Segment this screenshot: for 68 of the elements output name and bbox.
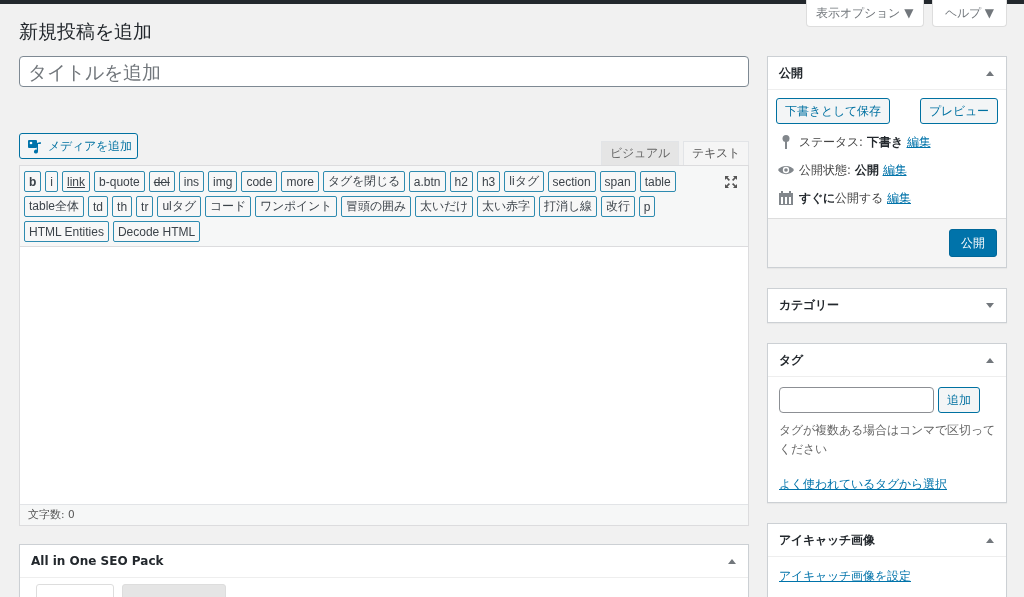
quicktag-button[interactable]: more <box>281 171 319 192</box>
quicktag-button[interactable]: b-quote <box>94 171 145 192</box>
quicktag-button[interactable]: liタグ <box>504 171 544 192</box>
edit-link[interactable]: 編集 <box>906 134 931 150</box>
screen-options-button[interactable]: ヘルプ ▼ <box>932 0 1007 27</box>
quicktag-button[interactable]: ワンポイント <box>254 196 337 217</box>
quicktag-button[interactable]: 太い赤字 <box>476 196 535 217</box>
publish-setting: ステータス: 下書き <box>799 134 903 150</box>
panel-title: カテゴリー <box>779 297 839 314</box>
page-title: 新規投稿を追加 <box>19 19 153 44</box>
panel-title: タグ <box>779 351 803 369</box>
collapse-arrow-icon[interactable] <box>986 70 994 76</box>
screen-options-button[interactable]: 表示オプション ▼ <box>806 0 924 27</box>
tag-field[interactable] <box>779 387 934 413</box>
quicktag-button[interactable]: 冒頭の囲み <box>340 196 411 217</box>
quicktag-button[interactable]: table全体 <box>24 196 85 217</box>
panel-title: All in One SEO Pack <box>31 554 164 568</box>
quicktag-button[interactable]: tr <box>136 196 154 217</box>
fullscreen-icon <box>724 174 738 189</box>
quicktag-button[interactable]: span <box>599 171 636 192</box>
quicktag-button[interactable]: td <box>88 196 109 217</box>
collapse-arrow-icon[interactable] <box>728 558 736 564</box>
quicktag-button[interactable]: th <box>112 196 133 217</box>
save-draft-button[interactable]: 下書きとして保存 <box>776 98 890 124</box>
quicktag-button[interactable]: 打消し線 <box>538 196 597 217</box>
expand-arrow-icon[interactable] <box>986 303 994 308</box>
editor-tab[interactable]: テキスト <box>683 141 749 165</box>
quicktag-button[interactable]: HTML Entities <box>24 221 109 242</box>
quicktag-button[interactable]: 改行 <box>600 196 635 217</box>
add-tag-button[interactable]: 追加 <box>938 387 980 413</box>
collapse-arrow-icon[interactable] <box>986 537 994 543</box>
popular-tags-link[interactable]: よく使われているタグから選択 <box>779 477 995 492</box>
quicktag-button[interactable]: タグを閉じる <box>322 171 405 192</box>
editor-tab[interactable]: ビジュアル <box>601 141 679 165</box>
panel-title: アイキャッチ画像 <box>779 531 875 549</box>
pin-icon <box>780 134 792 150</box>
quicktag-button[interactable]: ins <box>178 171 205 192</box>
collapse-arrow-icon[interactable] <box>986 357 994 363</box>
panel-title: 公開 <box>779 64 803 82</box>
quicktag-button[interactable]: ulタグ <box>157 196 201 217</box>
publish-setting: すぐに公開する <box>799 190 883 206</box>
word-count: 文字数: 0 <box>20 504 748 525</box>
tag-hint: タグが複数ある場合はコンマで区切ってください <box>779 422 995 458</box>
calendar-icon <box>778 190 794 206</box>
quicktag-button[interactable]: h3 <box>476 171 501 192</box>
quicktag-button[interactable]: a.btn <box>408 171 446 192</box>
quicktag-button[interactable]: i <box>45 171 58 192</box>
quicktag-button[interactable]: h2 <box>449 171 473 192</box>
quicktag-button[interactable]: 太いだけ <box>414 196 473 217</box>
title-field[interactable]: タイトルを追加 <box>19 56 749 87</box>
quicktag-button[interactable]: code <box>241 171 278 192</box>
quicktag-button[interactable]: del <box>148 171 175 192</box>
add-media-button[interactable]: メディアを追加 <box>19 133 138 159</box>
set-featured-image-link[interactable]: アイキャッチ画像を設定 <box>779 569 995 584</box>
media-icon <box>27 138 43 154</box>
preview-button[interactable]: プレビュー <box>920 98 998 124</box>
quicktag-button[interactable]: img <box>208 171 238 192</box>
edit-link[interactable]: 編集 <box>887 190 911 206</box>
quicktag-button[interactable]: table <box>639 171 676 192</box>
quicktag-button[interactable]: section <box>547 171 596 192</box>
quicktag-button[interactable]: コード <box>204 196 251 217</box>
edit-link[interactable]: 編集 <box>882 162 907 178</box>
publish-setting: 公開状態: 公開 <box>799 162 879 178</box>
quicktag-button[interactable]: link <box>62 171 91 192</box>
quicktag-button[interactable]: b <box>24 171 42 192</box>
quicktag-button[interactable]: Decode HTML <box>112 221 201 242</box>
publish-button[interactable]: 公開 <box>949 229 997 257</box>
quicktag-button[interactable]: p <box>638 196 656 217</box>
